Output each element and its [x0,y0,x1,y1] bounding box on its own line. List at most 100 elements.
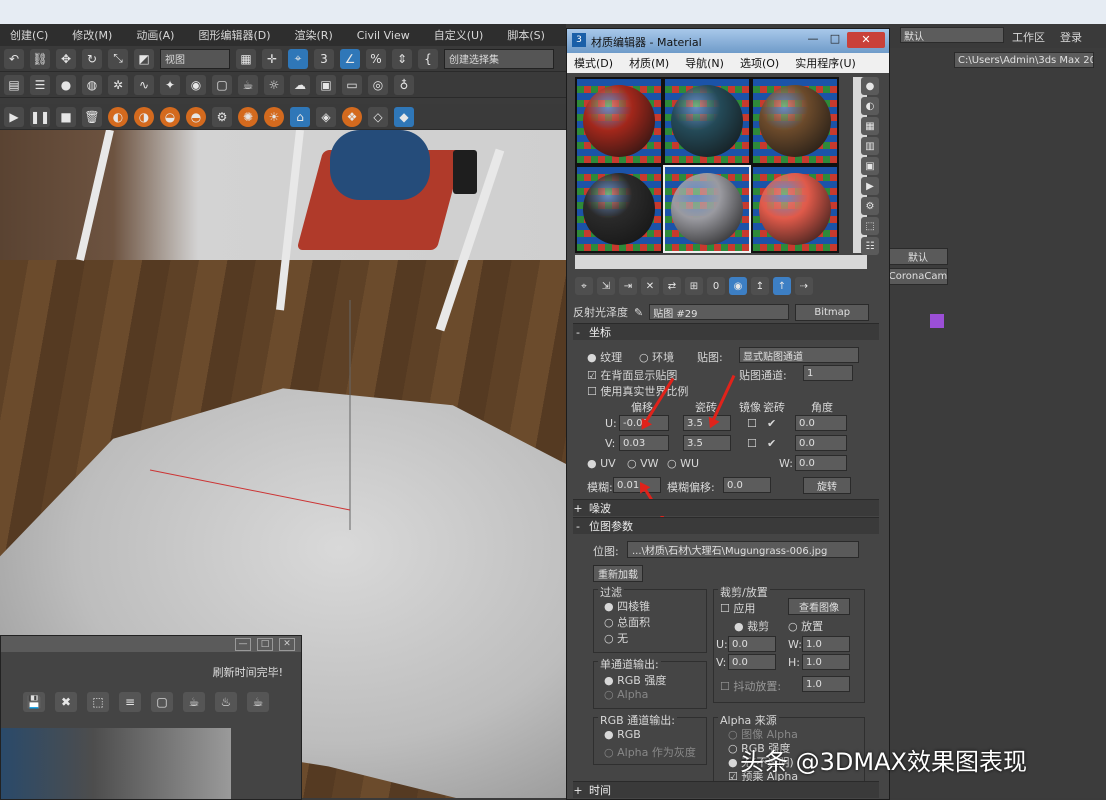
keyboard-shortcut-icon[interactable]: ⌖ [288,48,308,69]
v-offset-field[interactable]: 0.03 [619,435,669,451]
teapot-render-icon[interactable]: ☕ [183,692,205,712]
u-tile-checkbox[interactable]: ✔ [767,417,776,430]
v-angle-field[interactable]: 0.0 [795,435,847,451]
no-filter-radio[interactable]: ○ 无 [604,630,628,646]
sample-slot[interactable] [751,165,839,253]
put-to-scene-icon[interactable]: ⇲ [597,277,615,295]
make-unique-icon[interactable]: ⇄ [663,277,681,295]
blur-offset-field[interactable]: 0.0 [723,477,771,493]
decal-icon[interactable]: ◇ [368,106,388,127]
apply-checkbox[interactable]: ☐ 应用 [720,600,755,616]
mapping-select[interactable]: 显式贴图通道 [739,347,859,363]
menu-create[interactable]: 创建(C) [0,27,58,43]
minimize-icon[interactable]: — [803,32,823,48]
put-to-library-icon[interactable]: ⊞ [685,277,703,295]
options-icon[interactable]: ⚙ [861,197,879,215]
jitter-checkbox[interactable]: ☐ 抖动放置: [720,678,781,694]
crop-h-field[interactable]: 1.0 [802,654,850,670]
pyramidal-radio[interactable]: ● 四棱锥 [604,598,650,614]
rotate-button[interactable]: 旋转 [803,477,851,494]
srgb-icon[interactable]: ≡ [119,692,141,712]
v-tiling-field[interactable]: 3.5 [683,435,731,451]
link-icon[interactable]: ⛓ [30,48,50,69]
spinner-snap-icon[interactable]: ⇕ [392,48,412,69]
edit-named-sets-icon[interactable]: { [418,48,438,69]
light-icon[interactable]: ✦ [160,74,180,95]
close-icon[interactable]: ✕ [279,638,295,651]
bulb-icon[interactable]: ♁ [394,74,414,95]
texture-radio[interactable]: ● 纹理 [587,349,622,365]
show-shaded-material-icon[interactable]: ◉ [729,277,747,295]
right-field-b[interactable]: CoronaCam [888,268,948,285]
teapot-icon[interactable]: ☕ [238,74,258,95]
slots-horizontal-scrollbar[interactable] [575,255,867,269]
corona-ipr-icon[interactable]: ◑ [134,106,154,127]
region-icon[interactable]: ⬚ [87,692,109,712]
go-forward-sibling-icon[interactable]: ⇢ [795,277,813,295]
rotate-icon[interactable]: ↻ [82,48,102,69]
bitmap-path-button[interactable]: ...\材质\石材\大理石\Mugungrass-006.jpg [627,541,859,558]
crop-radio[interactable]: ● 裁剪 [734,618,769,634]
bitmap-params-rollout-header[interactable]: - 位图参数 [573,517,879,534]
material-map-navigator-icon[interactable]: ☷ [861,237,879,255]
sample-type-icon[interactable]: ● [861,77,879,95]
cloud-icon[interactable]: ☁ [290,74,310,95]
assign-material-icon[interactable]: ⇥ [619,277,637,295]
place-radio[interactable]: ○ 放置 [788,618,823,634]
wu-radio[interactable]: ○ WU [667,457,699,470]
map-channel-field[interactable]: 1 [803,365,853,381]
menu-scripting[interactable]: 脚本(S) [497,27,555,43]
render-frame-icon[interactable]: ▭ [342,74,362,95]
angle-snap-icon[interactable]: ∠ [340,48,360,69]
corona-sun-icon[interactable]: ☀ [264,106,284,127]
menu-modes[interactable]: 模式(D) [567,55,620,71]
sample-slot[interactable] [575,165,663,253]
sample-slot-active[interactable] [663,165,751,253]
select-object-icon[interactable]: ◩ [134,48,154,69]
box-icon[interactable]: ▣ [316,74,336,95]
snap-toggle-icon[interactable]: 3 [314,48,334,69]
reset-map-icon[interactable]: ✕ [641,277,659,295]
scale-icon[interactable]: ⤡ [108,48,128,69]
map-type-button[interactable]: Bitmap [795,303,870,321]
menu-animation[interactable]: 动画(A) [126,27,184,43]
menu-material[interactable]: 材质(M) [622,55,676,71]
spline-icon[interactable]: ∿ [134,74,154,95]
trash-icon[interactable]: 🗑 [82,106,102,127]
menu-utilities[interactable]: 实用程序(U) [788,55,863,71]
make-preview-icon[interactable]: ▶ [861,177,879,195]
select-by-material-icon[interactable]: ⬚ [861,217,879,235]
uv-tiling-icon[interactable]: ▥ [861,137,879,155]
maximize-icon[interactable]: □ [825,32,845,48]
get-material-icon[interactable]: ⌖ [575,277,593,295]
particle-icon[interactable]: ✲ [108,74,128,95]
corona-light-icon[interactable]: ✺ [238,106,258,127]
shadow-catcher-icon[interactable]: ◆ [394,106,414,127]
u-mirror-checkbox[interactable]: ☐ [747,417,757,430]
percent-snap-icon[interactable]: % [366,48,386,69]
scatter-icon[interactable]: ❖ [342,106,362,127]
menu-options[interactable]: 选项(O) [733,55,786,71]
undo-icon[interactable]: ↶ [4,48,24,69]
reload-button[interactable]: 重新加载 [593,565,643,582]
sample-slot[interactable] [575,77,663,165]
show-map-on-back-checkbox[interactable]: ☑ 在背面显示贴图 [587,367,677,383]
ring-icon[interactable]: ◎ [368,74,388,95]
time-rollout-header[interactable]: + 时间 [573,781,879,798]
mono-rgb-radio[interactable]: ● RGB 强度 [604,672,666,688]
frame-icon[interactable]: ▢ [151,692,173,712]
material-converter-icon[interactable]: ⚙ [212,106,232,127]
select-manipulate-icon[interactable]: ✛ [262,48,282,69]
u-angle-field[interactable]: 0.0 [795,415,847,431]
save-icon[interactable]: 💾 [23,692,45,712]
alpha-as-gray-radio[interactable]: ○ Alpha 作为灰度 [604,744,696,760]
named-selection-sets[interactable]: 创建选择集 [444,48,554,69]
sphere-icon[interactable]: ◍ [82,74,102,95]
object-color-swatch[interactable] [930,314,944,328]
coordinates-rollout-header[interactable]: - 坐标 [573,323,879,340]
environ-radio[interactable]: ○ 环境 [639,349,674,365]
layer-icon[interactable]: ☰ [30,74,50,95]
v-tile-checkbox[interactable]: ✔ [767,437,776,450]
crop-u-field[interactable]: 0.0 [728,636,776,652]
right-field-a[interactable]: 默认 [888,248,948,265]
